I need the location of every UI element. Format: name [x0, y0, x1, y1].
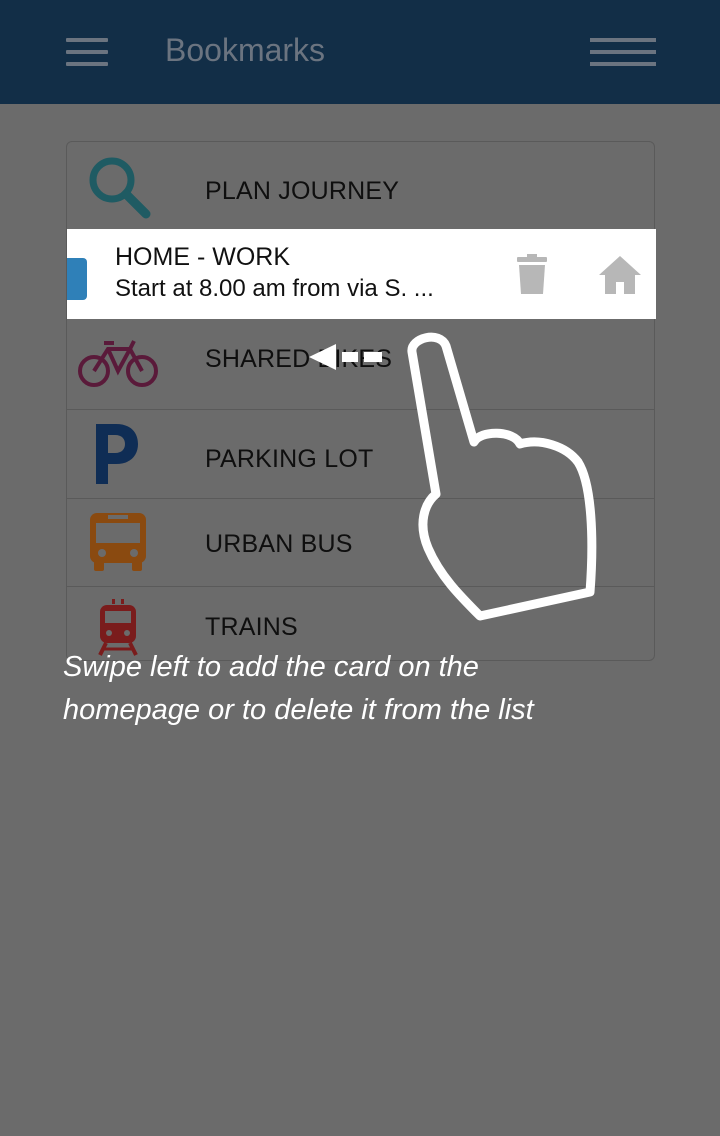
hand-pointer-icon: [407, 332, 597, 621]
hint-line-1: Swipe left to add the card on the: [63, 651, 479, 683]
swipe-hint-text: Swipe left to add the card on the homepa…: [63, 646, 663, 732]
swipe-left-arrow-icon: [309, 344, 382, 370]
swipe-gesture-illustration: [309, 332, 597, 621]
hint-line-2: homepage or to delete it from the list: [63, 694, 534, 726]
